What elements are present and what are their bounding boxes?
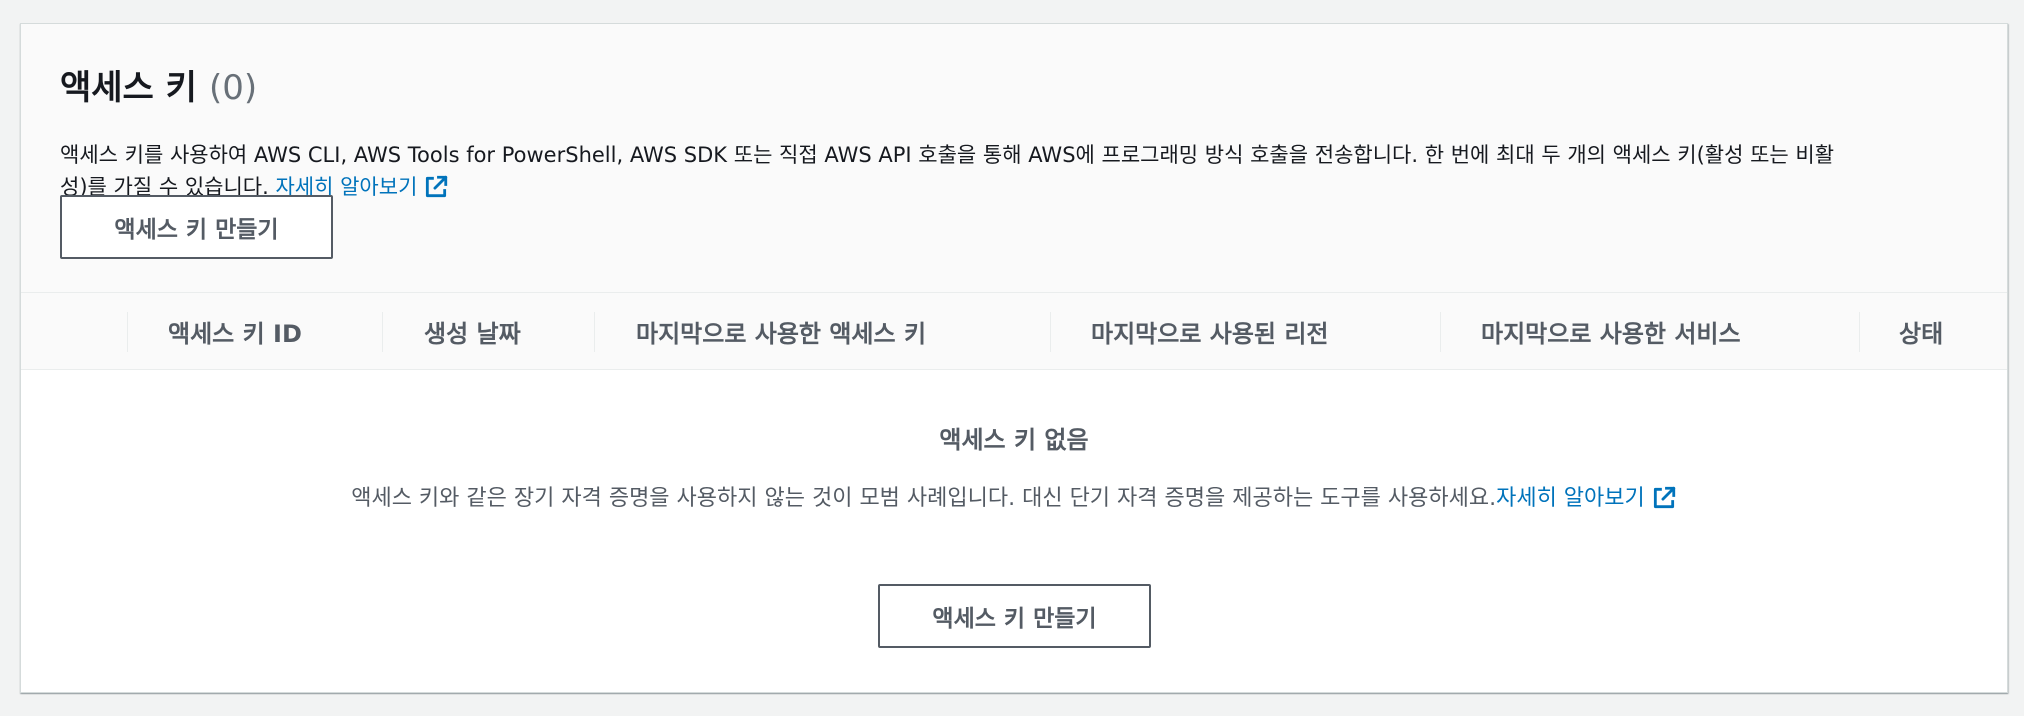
column-divider [1440, 312, 1441, 352]
empty-state-create-access-key-button[interactable]: 액세스 키 만들기 [878, 584, 1151, 648]
column-header-last-used-region[interactable]: 마지막으로 사용된 리전 [1091, 293, 1329, 369]
access-keys-panel: 액세스 키 (0) 액세스 키를 사용하여 AWS CLI, AWS Tools… [20, 23, 2008, 693]
column-header-status[interactable]: 상태 [1899, 293, 1943, 369]
access-key-count: (0) [208, 68, 258, 108]
empty-state-description: 액세스 키와 같은 장기 자격 증명을 사용하지 않는 것이 모범 사례입니다.… [21, 480, 2007, 512]
column-divider [1050, 312, 1051, 352]
empty-state: 액세스 키 없음 액세스 키와 같은 장기 자격 증명을 사용하지 않는 것이 … [21, 370, 2007, 692]
description-line-1: 액세스 키를 사용하여 AWS CLI, AWS Tools for Power… [60, 143, 1835, 167]
create-access-key-button[interactable]: 액세스 키 만들기 [60, 195, 333, 259]
column-header-created[interactable]: 생성 날짜 [424, 293, 521, 369]
description-line-2-wrapper: 성)를 가질 수 있습니다. 자세히 알아보기 [60, 171, 1960, 203]
column-header-access-key-id[interactable]: 액세스 키 ID [168, 293, 302, 369]
column-divider [1859, 312, 1860, 352]
access-keys-header: 액세스 키 (0) 액세스 키를 사용하여 AWS CLI, AWS Tools… [21, 24, 2007, 293]
empty-state-title: 액세스 키 없음 [939, 426, 1089, 454]
table-header: 액세스 키 ID 생성 날짜 마지막으로 사용한 액세스 키 마지막으로 사용된… [21, 293, 2007, 370]
empty-state-learn-more-link[interactable]: 자세히 알아보기 [1496, 486, 1645, 511]
column-header-last-used[interactable]: 마지막으로 사용한 액세스 키 [636, 293, 926, 369]
empty-state-text: 액세스 키와 같은 장기 자격 증명을 사용하지 않는 것이 모범 사례입니다.… [351, 486, 1497, 511]
column-divider [382, 312, 383, 352]
external-link-icon[interactable] [423, 174, 449, 200]
section-title: 액세스 키 (0) [60, 60, 257, 110]
section-title-text: 액세스 키 [60, 68, 197, 108]
column-divider [127, 312, 128, 352]
external-link-icon[interactable] [1651, 485, 1677, 511]
column-header-last-used-service[interactable]: 마지막으로 사용한 서비스 [1481, 293, 1741, 369]
section-description: 액세스 키를 사용하여 AWS CLI, AWS Tools for Power… [60, 139, 1960, 203]
column-divider [594, 312, 595, 352]
